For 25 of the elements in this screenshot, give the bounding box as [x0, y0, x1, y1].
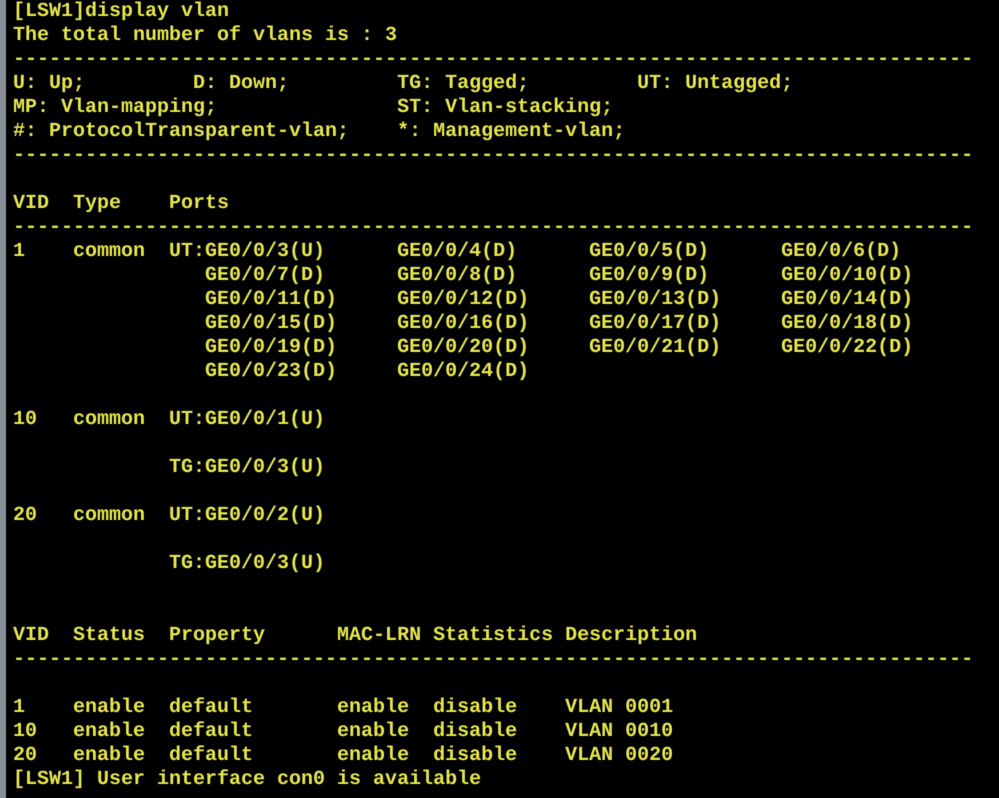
terminal-line: [LSW1] User interface con0 is available	[13, 768, 482, 792]
dashed-rule: --------------------------------------------------------------------------------	[13, 48, 974, 72]
dashed-rule: --------------------------------------------------------------------------------	[13, 216, 974, 240]
terminal-line: GE0/0/19(D) GE0/0/20(D) GE0/0/21(D) GE0/0/22(D)	[204, 336, 914, 360]
terminal-line: 20 common UT:GE0/0/2(U)	[13, 504, 326, 528]
terminal-line: 20 enable default enable disable VLAN 0020	[13, 744, 674, 768]
terminal-line: 10 enable default enable disable VLAN 0010	[13, 720, 674, 744]
terminal-line: [LSW1]display vlan	[13, 0, 230, 24]
terminal-line: GE0/0/7(D) GE0/0/8(D) GE0/0/9(D) GE0/0/10(D)	[204, 264, 914, 288]
terminal-line: 1 enable default enable disable VLAN 0001	[13, 696, 674, 720]
terminal-line: VID Type Ports	[13, 192, 230, 216]
terminal-line: The total number of vlans is : 3	[13, 24, 398, 48]
terminal-line: U: Up; D: Down; TG: Tagged; UT: Untagged;	[13, 72, 794, 96]
terminal-line: GE0/0/15(D) GE0/0/16(D) GE0/0/17(D) GE0/0/18(D)	[204, 312, 914, 336]
terminal-line: #: ProtocolTransparent-vlan; *: Management-vlan;	[13, 120, 626, 144]
terminal-line: TG:GE0/0/3(U)	[168, 552, 326, 576]
terminal-line: MP: Vlan-mapping; ST: Vlan-stacking;	[13, 96, 614, 120]
terminal-line: 1 common UT:GE0/0/3(U) GE0/0/4(D) GE0/0/5(D) GE0/0/6(D)	[13, 240, 902, 264]
terminal-line: 10 common UT:GE0/0/1(U)	[13, 408, 326, 432]
terminal-line: GE0/0/23(D) GE0/0/24(D)	[204, 360, 530, 384]
terminal-line: VID Status Property MAC-LRN Statistics Description	[13, 624, 698, 648]
terminal-line: TG:GE0/0/3(U)	[168, 456, 326, 480]
terminal-line: GE0/0/11(D) GE0/0/12(D) GE0/0/13(D) GE0/0/14(D)	[204, 288, 914, 312]
dashed-rule: --------------------------------------------------------------------------------	[13, 144, 974, 168]
dashed-rule: --------------------------------------------------------------------------------	[13, 648, 974, 672]
